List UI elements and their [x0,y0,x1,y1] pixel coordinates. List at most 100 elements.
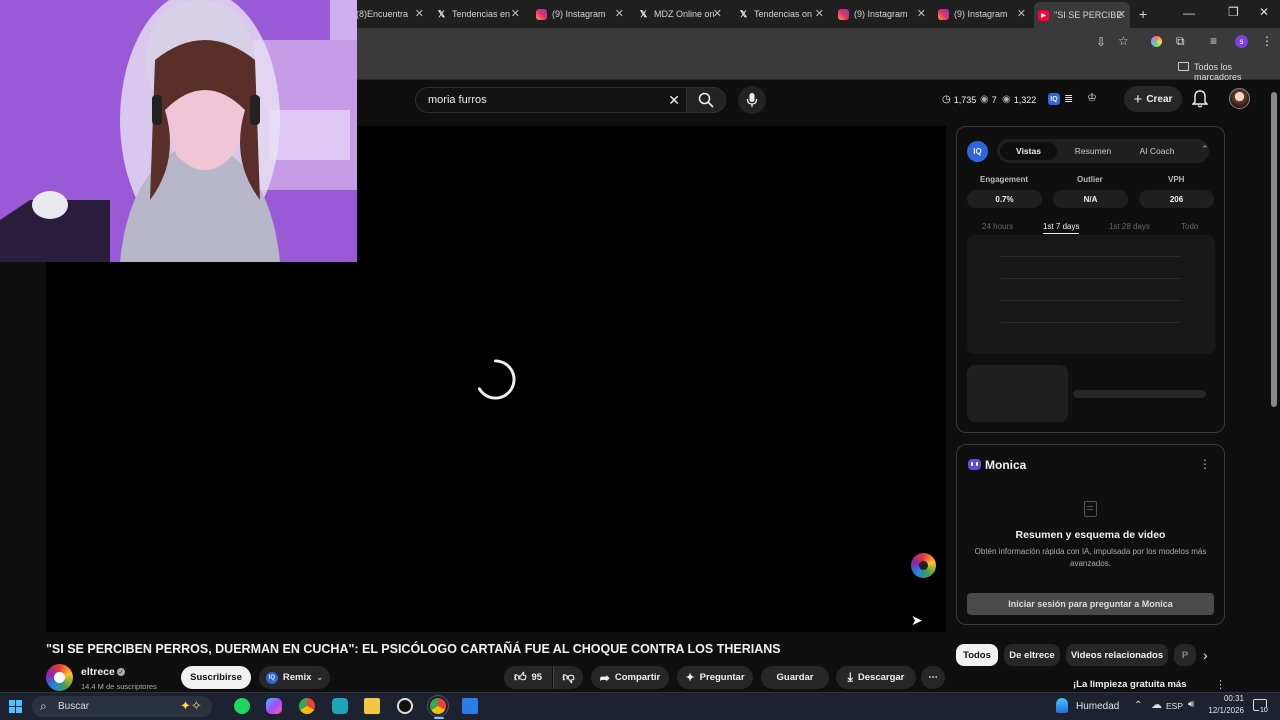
ask-button[interactable]: ✦ Preguntar [677,666,753,689]
all-bookmarks-link[interactable]: Todos los marcadores [1194,62,1280,82]
metric-outlier-value: N/A [1053,190,1128,208]
range-24h[interactable]: 24 hours [982,222,1013,231]
network-tray-icon[interactable]: ☁ [1151,698,1162,711]
stat-likes-value: 7 [991,94,997,105]
clock-time[interactable]: 00:31 [1208,694,1244,703]
image-editor-icon[interactable] [462,698,478,714]
minimize-icon[interactable]: — [1183,6,1195,20]
search-input[interactable]: moria furros ✕ [415,87,686,113]
monica-title: Monica [985,458,1027,472]
metric-vph-value: 206 [1139,190,1214,208]
chrome-icon[interactable] [299,698,315,714]
extensions-puzzle-icon[interactable]: ⧉ [1176,34,1185,49]
tab-close-icon[interactable]: ✕ [415,7,424,20]
vidiq-icon[interactable]: IQ [1048,93,1060,105]
range-7d[interactable]: 1st 7 days [1043,222,1080,234]
tab-close-icon[interactable]: ✕ [615,7,624,20]
download-label: Descargar [857,672,905,683]
search-button[interactable] [686,87,726,113]
collapse-chevron-icon[interactable]: ⌃ [1201,144,1209,155]
taskbar-search-placeholder: Buscar [58,701,90,712]
volume-icon[interactable]: 🔊︎ [1188,699,1194,710]
browser-tab[interactable]: (8)Encuentra ✕ [352,4,428,24]
tab-label: Tendencias en [452,9,511,19]
scrollbar-thumb[interactable] [1271,92,1277,407]
tab-ai-coach[interactable]: AI Coach [1129,142,1185,160]
subscribe-button[interactable]: Suscribirse [181,666,251,689]
plus-icon: + [1133,90,1143,108]
tab-close-icon[interactable]: ✕ [511,7,520,20]
more-actions-button[interactable]: ⋯ [921,666,945,689]
channel-watermark-logo [911,553,936,578]
tab-close-icon[interactable]: ✕ [713,7,722,20]
browser-tab[interactable]: 𝕏 Tendencias on ✕ [734,4,828,24]
new-tab-button[interactable]: + [1139,6,1147,22]
menu-kebab-icon[interactable]: ⋮ [1261,34,1273,48]
restore-icon[interactable]: ❐ [1228,5,1239,19]
save-button[interactable]: Guardar [761,666,829,689]
create-label: Crear [1146,93,1173,105]
create-button[interactable]: + Crear [1124,86,1182,112]
taskbar-search-box[interactable]: ⌕ Buscar ✦✧ [32,696,212,717]
monica-login-button[interactable]: Iniciar sesión para preguntar a Monica [967,593,1214,615]
bookmark-star-icon[interactable]: ☆ [1118,34,1129,48]
chip-all[interactable]: Todos [956,644,998,666]
windows-start-icon[interactable] [9,700,22,713]
browser-tab[interactable]: 𝕏 MDZ Online on ✕ [634,4,726,24]
video-title: "SI SE PERCIBEN PERROS, DUERMAN EN CUCHA… [46,642,781,656]
user-avatar[interactable] [1229,88,1250,109]
range-all[interactable]: Todo [1181,222,1198,231]
tab-resumen[interactable]: Resumen [1065,142,1121,160]
share-icon: ➦ [599,670,610,685]
related-video-title[interactable]: ¡La limpieza gratuita más [1073,679,1187,690]
clock-date[interactable]: 12/1/2026 [1204,706,1244,715]
channel-name[interactable]: eltrece [81,666,115,678]
like-button[interactable]: 👍︎ 95 [504,666,552,689]
close-window-icon[interactable]: ✕ [1259,5,1269,19]
tray-expand-icon[interactable]: ⌃ [1134,700,1142,711]
remix-button[interactable]: IQ Remix ⌄ [259,666,330,689]
chip-related[interactable]: Videos relacionados [1066,644,1168,666]
dislike-button[interactable]: 👎︎ [553,666,583,689]
x-icon: 𝕏 [739,8,748,19]
vidiq-badge: IQ [967,141,988,162]
profile-avatar[interactable]: s [1235,35,1248,48]
extension-icon[interactable] [1151,36,1162,47]
chevron-right-icon[interactable]: › [1203,647,1208,663]
trophy-icon[interactable]: ♔ [1087,91,1097,104]
notifications-button[interactable] [1192,90,1208,108]
install-app-icon[interactable]: ⇩ [1096,35,1106,49]
clear-search-icon[interactable]: ✕ [668,92,680,109]
tab-close-icon[interactable]: ✕ [815,7,824,20]
language-indicator[interactable]: ESP [1166,701,1183,711]
app-shield-icon[interactable] [332,698,348,714]
download-button[interactable]: ⤓ Descargar [836,666,916,689]
share-button[interactable]: ➦ Compartir [591,666,669,689]
browser-tab[interactable]: (9) Instagram ✕ [934,4,1030,24]
tab-close-icon[interactable]: ✕ [1017,7,1026,20]
browser-tab[interactable]: 𝕏 Tendencias en ✕ [432,4,524,24]
browser-tab-active[interactable]: ▶ "SI SE PERCIBE ✕ [1034,2,1130,28]
more-options-icon[interactable]: ⋮ [1199,457,1211,471]
tab-close-icon[interactable]: ✕ [917,7,926,20]
chrome-active-icon[interactable] [430,698,446,714]
related-more-icon[interactable]: ⋮ [1215,678,1226,691]
weather-label[interactable]: Humedad [1076,701,1119,712]
tab-vistas[interactable]: Vistas [1000,142,1057,160]
copilot-icon[interactable] [266,698,282,714]
tab-close-icon[interactable]: ✕ [1117,8,1126,21]
file-explorer-icon[interactable] [364,698,380,714]
browser-tab[interactable]: (9) Instagram ✕ [532,4,628,24]
channel-avatar[interactable] [46,664,73,691]
browser-tab[interactable]: (9) Instagram ✕ [834,4,930,24]
list-icon[interactable]: ≣ [1064,92,1073,105]
spotify-icon[interactable] [234,698,250,714]
obs-icon[interactable] [397,698,413,714]
active-app-indicator [434,717,444,719]
media-control-icon[interactable]: ≡ [1210,34,1217,48]
voice-search-button[interactable] [738,86,766,114]
chip-from-channel[interactable]: De eltrece [1004,644,1060,666]
range-28d[interactable]: 1st 28 days [1109,222,1150,231]
text-placeholder [1073,390,1206,398]
chip-partial[interactable]: P [1174,644,1196,666]
